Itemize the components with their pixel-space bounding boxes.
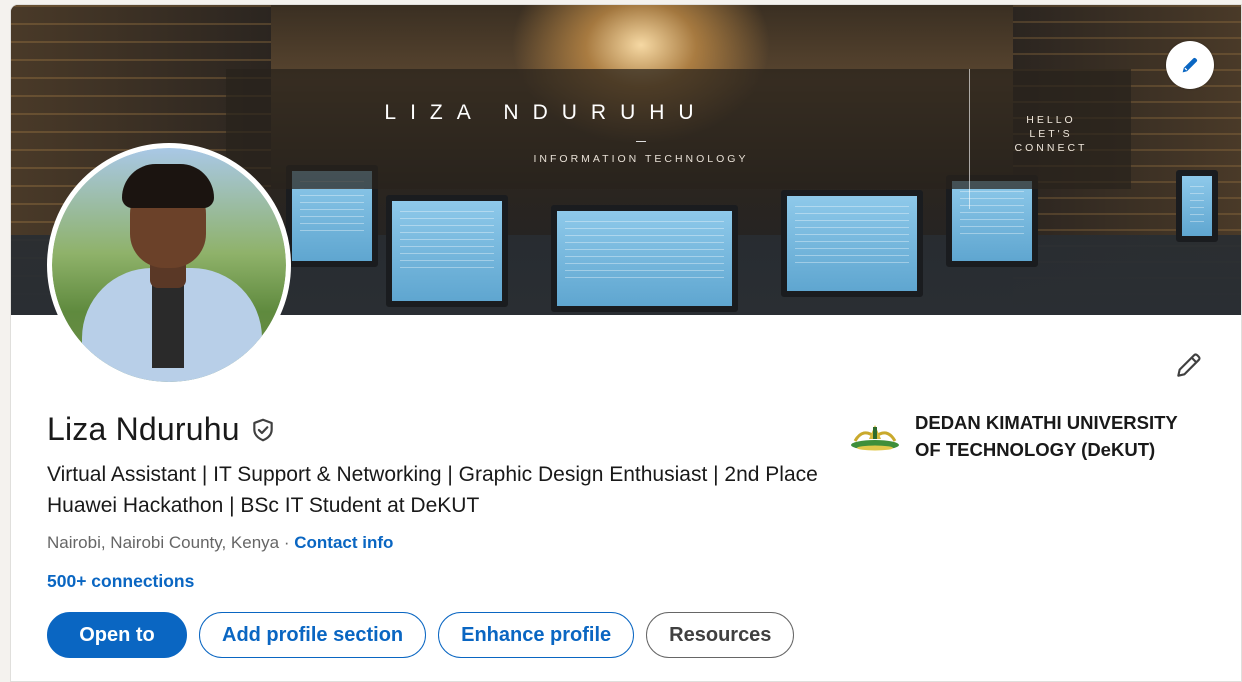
photo-top — [152, 278, 184, 368]
profile-headline: Virtual Assistant | IT Support & Network… — [47, 463, 818, 517]
edit-banner-button[interactable] — [1166, 41, 1214, 89]
add-profile-section-button[interactable]: Add profile section — [199, 612, 427, 658]
banner-monitor — [781, 190, 923, 297]
resources-button[interactable]: Resources — [646, 612, 795, 658]
banner-dash — [636, 141, 646, 142]
contact-info-link[interactable]: Contact info — [294, 533, 393, 552]
open-to-button[interactable]: Open to — [47, 612, 187, 658]
education-link[interactable]: DEDAN KIMATHI UNIVERSITY OF TECHNOLOGY (… — [849, 409, 1225, 463]
pencil-icon — [1177, 353, 1201, 377]
profile-name: Liza Nduruhu — [47, 411, 240, 447]
profile-photo[interactable] — [47, 143, 291, 387]
edit-intro-button[interactable] — [1171, 347, 1207, 383]
profile-photo-image — [52, 148, 286, 382]
banner-monitor — [551, 205, 738, 312]
university-logo-icon — [849, 409, 901, 461]
photo-hair — [122, 164, 214, 208]
profile-location: Nairobi, Nairobi County, Kenya — [47, 533, 280, 552]
connections-link[interactable]: 500+ connections — [47, 571, 194, 592]
enhance-profile-button[interactable]: Enhance profile — [438, 612, 635, 658]
pencil-icon — [1182, 57, 1198, 73]
name-row: Liza Nduruhu — [47, 411, 276, 448]
university-name: DEDAN KIMATHI UNIVERSITY OF TECHNOLOGY (… — [915, 412, 1178, 460]
location-row: Nairobi, Nairobi County, Kenya · Contact… — [47, 533, 393, 553]
banner-side-text: HELLO LET'S CONNECT — [1014, 114, 1088, 154]
banner-monitor — [386, 195, 508, 307]
profile-card: LIZA NDURUHU INFORMATION TECHNOLOGY HELL… — [10, 4, 1242, 682]
verified-shield-icon[interactable] — [250, 417, 276, 443]
banner-divider — [969, 69, 970, 209]
banner-title: LIZA NDURUHU — [384, 101, 708, 124]
separator-dot: · — [279, 533, 295, 552]
banner-monitor — [1176, 170, 1218, 242]
banner-subtitle: INFORMATION TECHNOLOGY — [533, 153, 749, 165]
profile-actions: Open to Add profile section Enhance prof… — [47, 612, 795, 658]
